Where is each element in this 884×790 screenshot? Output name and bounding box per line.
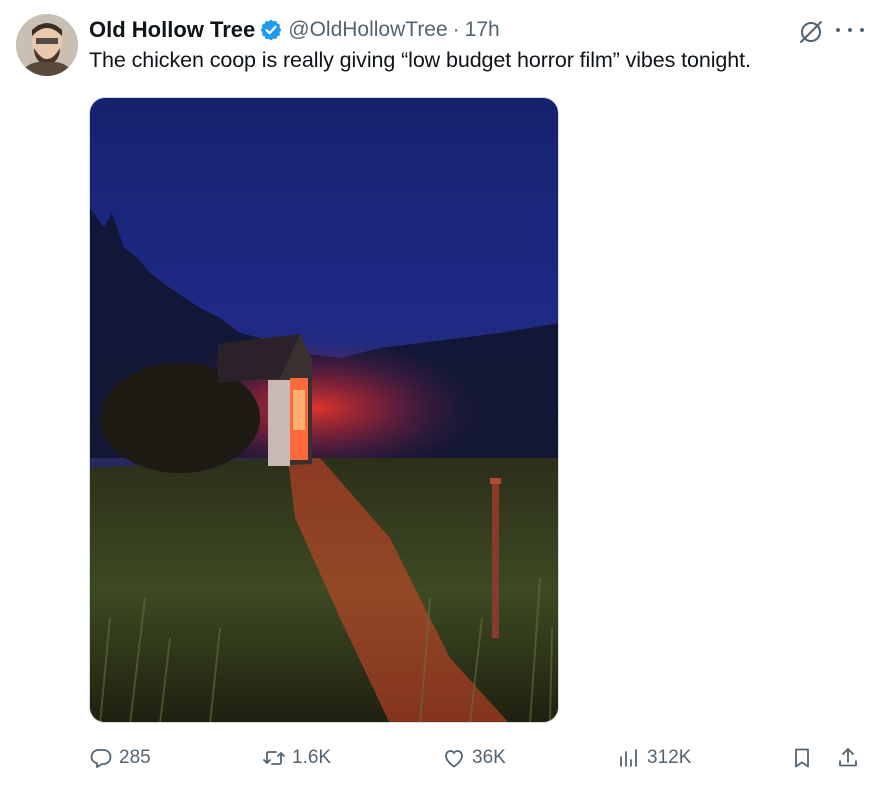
grok-icon [800,21,822,43]
tweet-text: The chicken coop is really giving “low b… [89,48,751,72]
retweet-icon [263,751,285,765]
views-button[interactable]: 312K [617,740,691,776]
share-icon [839,748,857,767]
avatar-image [16,14,78,76]
share-button[interactable] [836,740,860,776]
reply-count: 285 [119,747,151,768]
grok-button[interactable] [798,19,824,45]
tweet-timestamp[interactable]: 17h [465,18,500,42]
views-icon [620,749,637,767]
bookmark-icon [795,748,809,768]
tweet-header: Old Hollow Tree @OldHollowTree · 17h [89,16,500,44]
photo-image [90,98,558,722]
action-bar: 285 1.6K 36K 312K [0,740,884,776]
verified-badge-icon [260,19,282,41]
reply-icon [90,749,112,768]
like-button[interactable]: 36K [442,740,506,776]
like-count: 36K [472,747,506,768]
avatar[interactable] [16,14,78,76]
like-icon [445,750,463,768]
author-name[interactable]: Old Hollow Tree [89,17,255,43]
more-button[interactable] [836,19,864,41]
retweet-count: 1.6K [292,747,332,768]
retweet-button[interactable]: 1.6K [262,740,331,776]
bookmark-button[interactable] [790,740,814,776]
reply-button[interactable]: 285 [89,740,151,776]
tweet-photo[interactable] [89,97,559,723]
author-handle[interactable]: @OldHollowTree [288,18,447,42]
view-count: 312K [647,747,692,768]
separator-dot: · [452,18,460,41]
more-icon [836,28,840,32]
